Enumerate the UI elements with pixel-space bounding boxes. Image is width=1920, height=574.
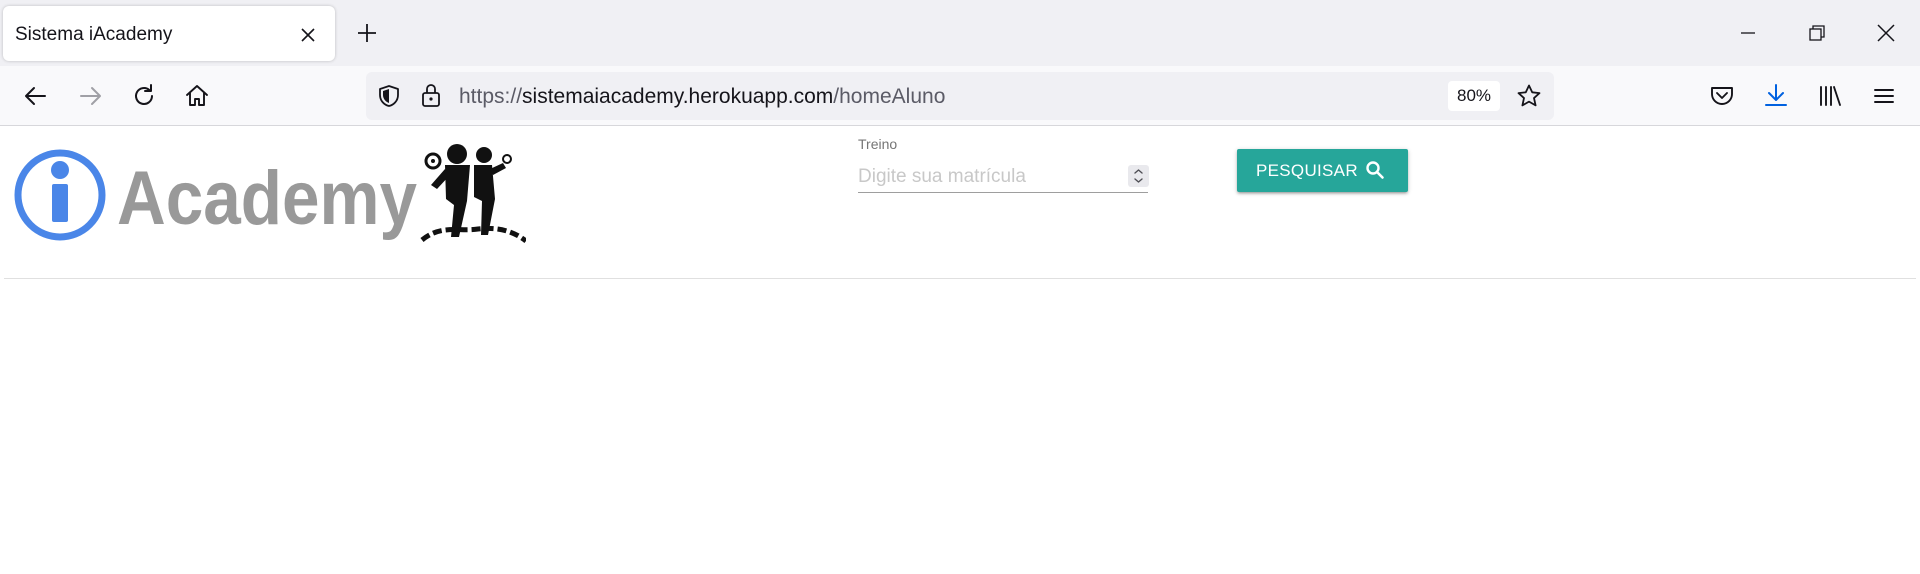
search-icon bbox=[1366, 161, 1384, 179]
pocket-icon[interactable] bbox=[1708, 82, 1736, 110]
url-scheme: https:// bbox=[459, 85, 523, 108]
page-content: Academy Treino PESQUISAR bbox=[0, 127, 1920, 574]
home-icon[interactable] bbox=[183, 82, 211, 110]
url-bar[interactable]: https://sistemaiacademy.herokuapp.com/ho… bbox=[366, 72, 1554, 120]
zoom-level-badge[interactable]: 80% bbox=[1448, 81, 1500, 111]
menu-icon[interactable] bbox=[1870, 82, 1898, 110]
iacademy-logo: Academy bbox=[14, 144, 526, 244]
logo-text: Academy bbox=[117, 156, 417, 241]
lock-icon[interactable] bbox=[419, 82, 443, 108]
back-arrow-icon[interactable] bbox=[22, 82, 50, 110]
close-window-icon[interactable] bbox=[1873, 20, 1899, 46]
download-icon[interactable] bbox=[1762, 82, 1790, 110]
restore-icon[interactable] bbox=[1804, 20, 1830, 46]
bookmark-star-icon[interactable] bbox=[1516, 83, 1542, 109]
pesquisar-button[interactable]: PESQUISAR bbox=[1237, 149, 1408, 192]
forward-arrow-icon[interactable] bbox=[76, 82, 104, 110]
close-icon[interactable] bbox=[299, 26, 317, 44]
reload-icon[interactable] bbox=[130, 82, 158, 110]
treino-label: Treino bbox=[858, 136, 898, 152]
url-text[interactable]: https://sistemaiacademy.herokuapp.com/ho… bbox=[459, 85, 945, 109]
library-icon[interactable] bbox=[1816, 82, 1844, 110]
matricula-input[interactable] bbox=[858, 161, 1148, 193]
number-spinner[interactable] bbox=[1128, 165, 1149, 187]
url-path: /homeAluno bbox=[833, 85, 946, 108]
header-divider bbox=[4, 278, 1916, 279]
navigation-toolbar: https://sistemaiacademy.herokuapp.com/ho… bbox=[0, 66, 1920, 126]
url-host: sistemaiacademy.herokuapp.com bbox=[522, 85, 834, 108]
shield-icon[interactable] bbox=[377, 84, 401, 108]
tab-strip: Sistema iAcademy bbox=[0, 0, 1920, 66]
tab-sistema-iacademy[interactable]: Sistema iAcademy bbox=[3, 6, 335, 61]
tab-title: Sistema iAcademy bbox=[15, 24, 173, 45]
minimize-icon[interactable] bbox=[1735, 20, 1761, 46]
pesquisar-button-label: PESQUISAR bbox=[1256, 161, 1358, 180]
plus-icon[interactable] bbox=[355, 21, 379, 45]
fitness-couple-icon bbox=[420, 144, 526, 244]
